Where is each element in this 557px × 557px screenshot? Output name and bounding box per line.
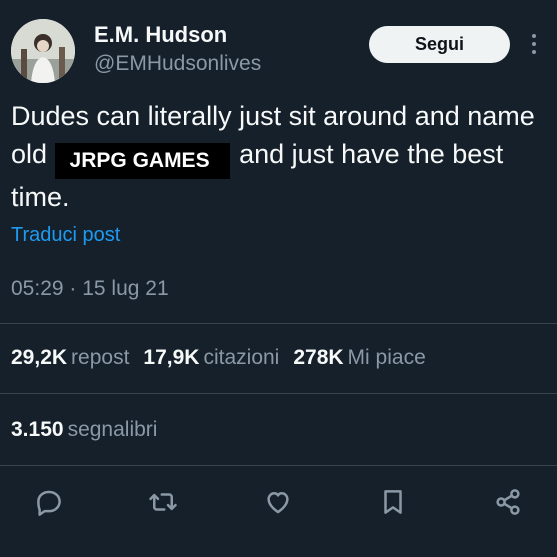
reply-icon[interactable]	[31, 484, 67, 520]
reposts-count: 29,2K	[11, 346, 68, 369]
retweet-icon[interactable]	[145, 484, 181, 520]
avatar[interactable]	[11, 19, 75, 83]
tweet-text: Dudes can literally just sit around and …	[11, 98, 551, 216]
bookmarks-label: segnalibri	[67, 418, 158, 441]
redacted-label: JRPG GAMES	[54, 142, 230, 179]
bookmarks-count: 3.150	[11, 418, 64, 441]
like-icon[interactable]	[260, 484, 296, 520]
follow-button[interactable]: Segui	[369, 26, 510, 63]
quotes-stat[interactable]: 17,9K citazioni	[143, 346, 279, 370]
engagement-stats: 29,2K repost 17,9K citazioni 278K Mi piace	[11, 346, 440, 370]
action-bar	[0, 484, 557, 522]
divider	[0, 323, 557, 324]
share-icon[interactable]	[490, 484, 526, 520]
quotes-label: citazioni	[203, 346, 280, 369]
author-name[interactable]: E.M. Hudson	[94, 22, 227, 48]
divider	[0, 465, 557, 466]
likes-label: Mi piace	[347, 346, 426, 369]
bookmarks-stat[interactable]: 3.150 segnalibri	[11, 418, 157, 442]
bookmark-icon[interactable]	[375, 484, 411, 520]
reposts-stat[interactable]: 29,2K repost	[11, 346, 129, 370]
timestamp[interactable]: 05:29 · 15 lug 21	[11, 277, 169, 301]
author-handle[interactable]: @EMHudsonlives	[94, 52, 261, 76]
translate-link[interactable]: Traduci post	[11, 224, 120, 247]
quotes-count: 17,9K	[143, 346, 200, 369]
more-icon[interactable]	[524, 30, 544, 62]
avatar-image	[11, 19, 75, 83]
likes-stat[interactable]: 278K Mi piace	[293, 346, 425, 370]
divider	[0, 393, 557, 394]
reposts-label: repost	[71, 346, 130, 369]
likes-count: 278K	[293, 346, 344, 369]
